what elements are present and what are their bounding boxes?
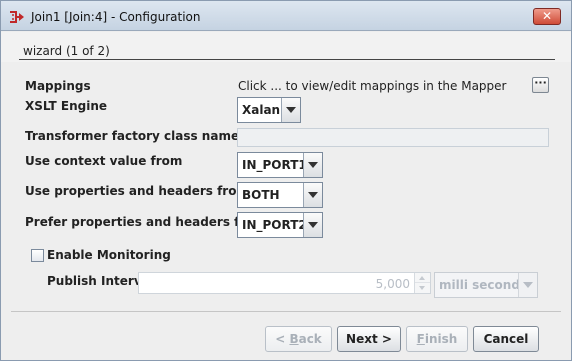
finish-button-mnemonic: F <box>416 332 425 346</box>
transformer-factory-input[interactable] <box>237 128 549 147</box>
properties-headers-select[interactable]: BOTH <box>237 182 323 208</box>
header-divider <box>19 59 555 60</box>
enable-monitoring-label[interactable]: Enable Monitoring <box>47 248 171 262</box>
properties-headers-value: BOTH <box>242 188 280 202</box>
chevron-down-icon[interactable] <box>281 98 300 122</box>
properties-headers-label: Use properties and headers from <box>25 184 249 198</box>
prefer-properties-label: Prefer properties and headers from <box>25 215 267 229</box>
cancel-button[interactable]: Cancel <box>473 326 539 352</box>
context-value-select[interactable]: IN_PORT1 <box>237 152 323 178</box>
transformer-factory-label: Transformer factory class name <box>25 129 240 143</box>
ellipsis-icon: ··· <box>534 76 547 89</box>
finish-button-label: inish <box>424 332 458 346</box>
wizard-header: wizard (1 of 2) <box>1 32 571 62</box>
publish-interval-spinner[interactable]: 5,000 <box>138 272 431 294</box>
configuration-dialog: Join1 [Join:4] - Configuration ✕ wizard … <box>0 0 572 361</box>
chevron-down-icon[interactable] <box>303 183 322 207</box>
interval-unit-select[interactable]: milli seconds <box>434 272 538 298</box>
arrow-down-icon[interactable] <box>415 283 430 293</box>
next-button[interactable]: Next > <box>337 326 401 352</box>
dialog-body: wizard (1 of 2) Mappings Click ... to vi… <box>1 32 571 360</box>
publish-interval-value: 5,000 <box>375 277 410 291</box>
close-button[interactable]: ✕ <box>533 8 561 25</box>
spinner-buttons <box>414 273 430 293</box>
back-button-label: ack <box>298 332 322 346</box>
close-icon: ✕ <box>541 9 553 23</box>
enable-monitoring-checkbox[interactable] <box>31 249 44 262</box>
edit-mappings-button[interactable]: ··· <box>532 77 549 93</box>
back-button-mnemonic: B <box>289 332 299 346</box>
next-button-label: Next > <box>346 332 392 346</box>
mappings-label: Mappings <box>25 79 91 93</box>
xslt-engine-select[interactable]: Xalan <box>237 97 301 123</box>
finish-button[interactable]: Finish <box>406 326 468 352</box>
context-value-label: Use context value from <box>25 154 183 168</box>
chevron-down-icon[interactable] <box>303 153 322 177</box>
back-button-prefix: < <box>275 332 290 346</box>
chevron-down-icon[interactable] <box>303 213 322 237</box>
interval-unit-value: milli seconds <box>439 278 528 292</box>
title-bar[interactable]: Join1 [Join:4] - Configuration ✕ <box>1 1 571 31</box>
join-component-icon <box>9 10 25 24</box>
arrow-up-icon[interactable] <box>415 273 430 283</box>
cancel-button-label: Cancel <box>483 332 529 346</box>
prefer-properties-value: IN_PORT2 <box>242 218 307 232</box>
back-button[interactable]: < Back <box>265 326 332 352</box>
prefer-properties-select[interactable]: IN_PORT2 <box>237 212 323 238</box>
chevron-down-icon[interactable] <box>518 273 537 297</box>
footer-divider <box>11 311 561 312</box>
wizard-step-title: wizard (1 of 2) <box>23 44 110 58</box>
xslt-engine-label: XSLT Engine <box>25 99 108 113</box>
context-value-value: IN_PORT1 <box>242 158 307 172</box>
xslt-engine-value: Xalan <box>242 103 281 117</box>
mappings-hint: Click ... to view/edit mappings in the M… <box>238 79 507 93</box>
window-title: Join1 [Join:4] - Configuration <box>31 10 201 24</box>
